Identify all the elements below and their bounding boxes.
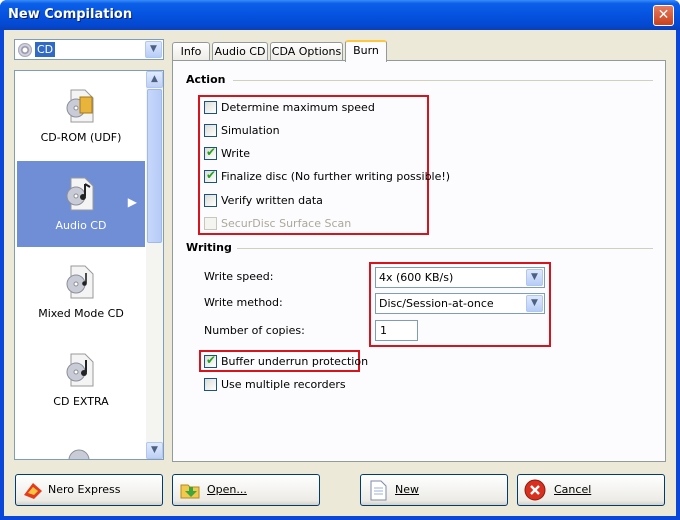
chevron-down-icon[interactable]: ▼	[526, 269, 543, 286]
close-button[interactable]: ✕	[653, 5, 674, 26]
determine-max-speed-checkbox[interactable]: Determine maximum speed	[204, 101, 375, 117]
audio-cd-icon	[66, 177, 94, 211]
copies-label: Number of copies:	[204, 324, 305, 337]
new-document-icon	[370, 480, 387, 501]
list-item-label: Mixed Mode CD	[38, 307, 124, 320]
simulation-checkbox[interactable]: Simulation	[204, 124, 280, 140]
dialog-client: CD ▼ CD-ROM (UDF) Audio CD ▶ Mixed Mode …	[4, 30, 676, 516]
checkbox-label: Buffer underrun protection	[221, 355, 369, 368]
tab-burn[interactable]: Burn	[345, 40, 387, 62]
button-label: Open...	[207, 483, 247, 496]
chevron-right-icon: ▶	[127, 195, 137, 209]
cd-extra-icon	[66, 353, 94, 387]
checkbox-label: Simulation	[221, 124, 280, 137]
writing-group-title: Writing	[186, 241, 232, 254]
button-label: Nero Express	[48, 483, 121, 496]
checkbox-label: Finalize disc (No further writing possib…	[221, 170, 451, 183]
burn-tab-page: Action Determine maximum speed Simulatio…	[172, 60, 666, 462]
checkbox-box	[204, 378, 217, 391]
copies-input[interactable]: 1	[375, 320, 418, 341]
cancel-icon	[524, 479, 546, 501]
cancel-button[interactable]: Cancel	[517, 474, 665, 506]
checkbox-box	[204, 124, 217, 137]
list-item-cd-rom-udf[interactable]: CD-ROM (UDF)	[17, 73, 145, 159]
scroll-down-icon[interactable]: ▼	[146, 442, 163, 459]
new-compilation-window: New Compilation ✕ CD ▼ CD-ROM (UDF) Audi…	[0, 0, 680, 520]
list-item-audio-cd[interactable]: Audio CD ▶	[17, 161, 145, 247]
tab-audio-cd[interactable]: Audio CD	[212, 42, 268, 61]
checkbox-label: Write	[221, 147, 251, 160]
list-item-mixed-mode-cd[interactable]: Mixed Mode CD	[17, 249, 145, 335]
checkbox-box	[204, 217, 217, 230]
scroll-thumb[interactable]	[147, 89, 162, 243]
checkbox-box: ✔	[204, 168, 217, 183]
nero-express-icon	[24, 483, 42, 499]
scroll-up-icon[interactable]: ▲	[146, 71, 163, 88]
write-method-label: Write method:	[204, 296, 283, 309]
writing-divider	[237, 248, 653, 249]
list-item-partial[interactable]	[17, 425, 145, 459]
disc-type-value: CD	[35, 42, 56, 57]
write-method-value: Disc/Session-at-once	[379, 297, 494, 310]
checkbox-label: Use multiple recorders	[221, 378, 346, 391]
checkbox-box	[204, 194, 217, 207]
list-item-label: CD EXTRA	[53, 395, 109, 408]
cd-rom-icon	[66, 89, 94, 123]
checkbox-box: ✔	[204, 353, 217, 368]
open-button[interactable]: Open...	[172, 474, 320, 506]
write-checkbox[interactable]: ✔ Write	[204, 145, 251, 163]
chevron-down-icon[interactable]: ▼	[145, 41, 162, 58]
cd-icon	[68, 449, 90, 459]
mixed-mode-cd-icon	[66, 265, 94, 299]
disc-type-dropdown[interactable]: CD ▼	[14, 39, 164, 60]
list-item-label: Audio CD	[55, 219, 107, 232]
list-scrollbar[interactable]: ▲ ▼	[146, 71, 163, 459]
nero-express-button[interactable]: Nero Express	[15, 474, 163, 506]
write-speed-dropdown[interactable]: 4x (600 KB/s) ▼	[375, 267, 545, 288]
write-speed-label: Write speed:	[204, 270, 274, 283]
tab-info[interactable]: Info	[172, 42, 210, 61]
checkbox-label: Verify written data	[221, 194, 323, 207]
checkbox-label: SecurDisc Surface Scan	[221, 217, 352, 230]
cd-icon	[18, 43, 32, 57]
check-icon: ✔	[206, 168, 217, 182]
action-divider	[233, 80, 653, 81]
tab-cda-options[interactable]: CDA Options	[270, 42, 343, 61]
finalize-disc-checkbox[interactable]: ✔ Finalize disc (No further writing possi…	[204, 168, 451, 186]
checkbox-box	[204, 101, 217, 114]
compilation-type-list[interactable]: CD-ROM (UDF) Audio CD ▶ Mixed Mode CD CD…	[14, 70, 164, 460]
folder-open-icon	[180, 484, 200, 499]
checkbox-box: ✔	[204, 145, 217, 160]
verify-written-data-checkbox[interactable]: Verify written data	[204, 194, 323, 210]
write-speed-value: 4x (600 KB/s)	[379, 271, 454, 284]
title-bar[interactable]: New Compilation ✕	[0, 0, 680, 30]
chevron-down-icon[interactable]: ▼	[526, 295, 543, 312]
multiple-recorders-checkbox[interactable]: Use multiple recorders	[204, 378, 346, 394]
check-icon: ✔	[206, 353, 217, 367]
new-button[interactable]: New	[360, 474, 508, 506]
list-item-label: CD-ROM (UDF)	[40, 131, 122, 144]
window-title: New Compilation	[8, 7, 133, 22]
list-item-cd-extra[interactable]: CD EXTRA	[17, 337, 145, 423]
write-method-dropdown[interactable]: Disc/Session-at-once ▼	[375, 293, 545, 314]
securdisc-surface-scan-checkbox: SecurDisc Surface Scan	[204, 217, 351, 233]
check-icon: ✔	[206, 145, 217, 159]
buffer-underrun-checkbox[interactable]: ✔ Buffer underrun protection	[204, 353, 369, 371]
action-group-title: Action	[186, 73, 226, 86]
button-label: New	[395, 483, 419, 496]
checkbox-label: Determine maximum speed	[221, 101, 375, 114]
button-label: Cancel	[554, 483, 592, 496]
